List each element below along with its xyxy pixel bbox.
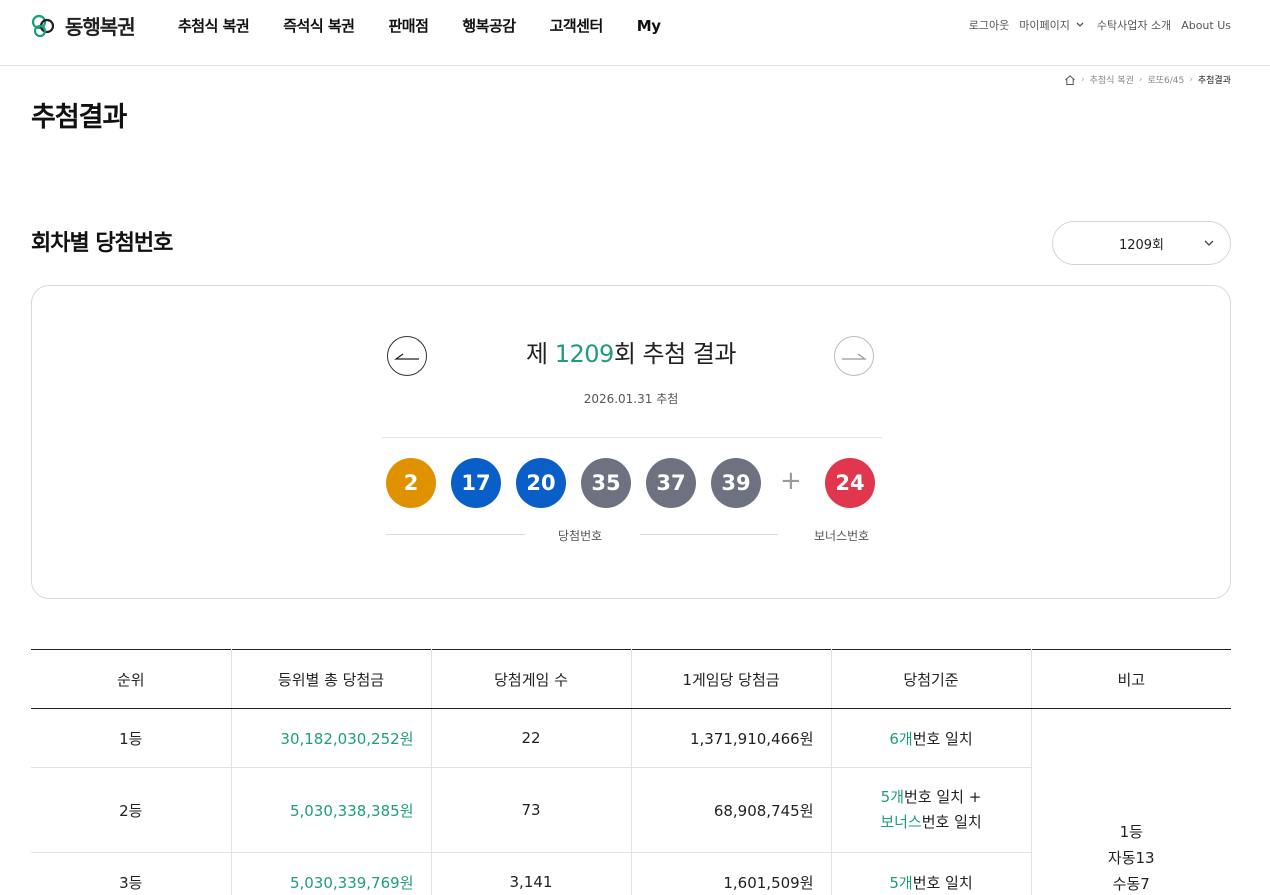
chevron-down-icon[interactable] (1073, 18, 1087, 32)
breadcrumb-separator-icon: › (1189, 74, 1193, 85)
draw-result-card: 제 1209회 추첨 결과 2026.01.31 추첨 2 17 20 35 3… (31, 285, 1231, 599)
breadcrumb-separator-icon: › (1138, 74, 1143, 85)
criteria-count: 5개 (889, 873, 913, 892)
col-header-note: 비고 (1031, 649, 1231, 709)
winning-ball: 17 (451, 458, 501, 508)
winner-count-cell: 73 (431, 767, 632, 853)
winning-numbers-label: 당첨번호 (558, 529, 603, 543)
draw-date: 2026.01.31 추첨 (583, 392, 679, 406)
col-header-winner-count: 당첨게임 수 (431, 649, 632, 709)
table-row: 1등 30,182,030,252원 22 1,371,910,466원 6개번… (31, 708, 1231, 895)
home-icon[interactable] (1064, 74, 1076, 86)
col-header-total-prize: 등위별 총 당첨금 (231, 649, 432, 709)
winning-ball: 20 (516, 458, 566, 508)
criteria-line: 5개번호 일치 + (832, 785, 1031, 810)
draw-title-suffix: 회 추첨 결과 (613, 340, 737, 368)
breadcrumb-item[interactable]: 로또6/45 (1147, 73, 1184, 86)
criteria-cell: 5개번호 일치 (831, 852, 1032, 895)
logo-text: 동행복권 (65, 15, 136, 39)
divider (382, 437, 882, 438)
nav-happiness[interactable]: 행복공감 (462, 16, 516, 36)
section-title: 회차별 당첨번호 (31, 231, 173, 256)
breadcrumb-current: 추첨결과 (1197, 76, 1231, 86)
nav-draw-lottery[interactable]: 추첨식 복권 (178, 16, 250, 36)
global-header: 동행복권 추첨식 복권 즉석식 복권 판매점 행복공감 고객센터 My 로그아웃… (0, 0, 1270, 66)
draw-title-prefix: 제 (526, 340, 555, 368)
total-prize-cell: 30,182,030,252원 (231, 708, 432, 768)
draw-round-number: 1209 (554, 340, 615, 368)
nav-stores[interactable]: 판매점 (388, 16, 428, 36)
breadcrumb: › 추첨식 복권 › 로또6/45 › 추첨결과 (1064, 73, 1231, 86)
plus-icon: + (780, 466, 802, 496)
logo[interactable]: 동행복권 (31, 11, 136, 40)
criteria-count: 6개 (889, 729, 913, 748)
label-line (640, 534, 778, 535)
rank-cell: 2등 (31, 767, 232, 853)
criteria-text: 번호 일치 (912, 873, 973, 892)
criteria-line: 보너스번호 일치 (832, 810, 1031, 835)
total-prize-cell: 5,030,338,385원 (231, 767, 432, 853)
rank-cell: 3등 (31, 852, 232, 895)
note-line: 자동13 (1107, 849, 1155, 867)
breadcrumb-separator-icon: › (1081, 74, 1085, 85)
winning-ball: 35 (581, 458, 631, 508)
chevron-down-icon (1204, 240, 1214, 246)
draw-title: 제 1209회 추첨 결과 (32, 334, 1230, 369)
criteria-cell: 6개번호 일치 (831, 708, 1032, 768)
nav-customer-center[interactable]: 고객센터 (550, 16, 604, 36)
mypage-link[interactable]: 마이페이지 (1019, 17, 1070, 33)
rank-cell: 1등 (31, 708, 232, 768)
winner-count-cell: 3,141 (431, 852, 632, 895)
label-line (386, 534, 525, 535)
nav-instant-lottery[interactable]: 즉석식 복권 (283, 16, 355, 36)
col-header-criteria: 당첨기준 (831, 649, 1032, 709)
winning-ball: 39 (711, 458, 761, 508)
criteria-count: 5개 (880, 788, 905, 806)
nav-my[interactable]: My (637, 16, 661, 36)
prize-table: 순위 등위별 총 당첨금 당첨게임 수 1게임당 당첨금 당첨기준 비고 1등 … (31, 649, 1231, 895)
total-prize-cell: 5,030,339,769원 (231, 852, 432, 895)
main-nav: 추첨식 복권 즉석식 복권 판매점 행복공감 고객센터 My (178, 16, 695, 36)
winning-ball: 37 (646, 458, 696, 508)
round-select[interactable]: 1209회 (1052, 221, 1231, 265)
criteria-text: 번호 일치 (921, 813, 982, 831)
about-us-link[interactable]: About Us (1181, 19, 1231, 32)
utility-links: 로그아웃 마이페이지 수탁사업자 소개 About Us (959, 17, 1231, 33)
logout-link[interactable]: 로그아웃 (969, 17, 1009, 33)
criteria-text: 번호 일치 + (904, 788, 982, 806)
clover-logo-icon (31, 14, 55, 37)
page-title: 추첨결과 (31, 102, 127, 133)
breadcrumb-item[interactable]: 추첨식 복권 (1090, 73, 1134, 86)
round-select-value: 1209회 (1118, 237, 1165, 253)
per-game-prize-cell: 1,601,509원 (631, 852, 832, 895)
note-line: 수동7 (1112, 875, 1150, 893)
per-game-prize-cell: 68,908,745원 (631, 767, 832, 853)
criteria-text: 번호 일치 (912, 729, 973, 748)
bonus-ball: 24 (825, 458, 875, 508)
trustee-link[interactable]: 수탁사업자 소개 (1097, 17, 1171, 33)
note-line: 1등 (1119, 823, 1143, 841)
table-header-row: 순위 등위별 총 당첨금 당첨게임 수 1게임당 당첨금 당첨기준 비고 (31, 649, 1231, 709)
winning-ball: 2 (386, 458, 436, 508)
criteria-bonus: 보너스 (880, 813, 922, 831)
bonus-number-label: 보너스번호 (814, 529, 870, 543)
note-cell: 1등 자동13 수동7 (1031, 708, 1231, 895)
winner-count-cell: 22 (431, 708, 632, 768)
per-game-prize-cell: 1,371,910,466원 (631, 708, 832, 768)
criteria-cell: 5개번호 일치 + 보너스번호 일치 (831, 767, 1032, 853)
col-header-rank: 순위 (31, 649, 232, 709)
col-header-per-game-prize: 1게임당 당첨금 (631, 649, 832, 709)
